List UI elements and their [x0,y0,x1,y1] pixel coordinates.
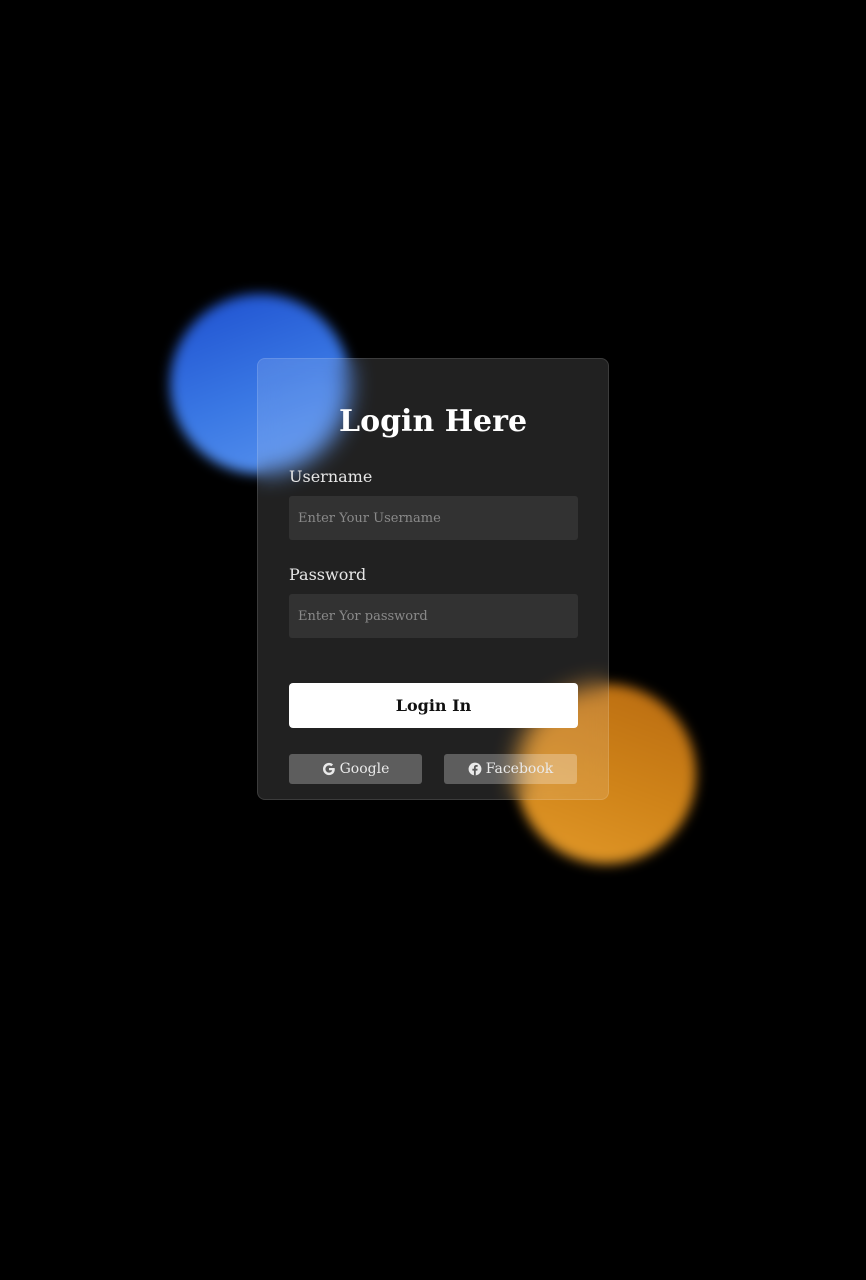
facebook-login-button[interactable]: Facebook [444,754,577,784]
google-button-label: Google [339,761,390,777]
google-login-button[interactable]: Google [289,754,422,784]
facebook-button-label: Facebook [485,761,554,777]
form-title: Login Here [338,404,528,439]
password-label: Password [289,565,367,584]
password-input[interactable] [289,594,578,638]
google-icon [322,762,335,776]
login-form: Login Here Username Password Login In Go… [257,358,609,800]
username-input[interactable] [289,496,578,540]
login-button[interactable]: Login In [289,683,578,728]
login-page: Login Here Username Password Login In Go… [0,0,866,1280]
facebook-icon [468,762,482,776]
username-label: Username [289,467,373,486]
